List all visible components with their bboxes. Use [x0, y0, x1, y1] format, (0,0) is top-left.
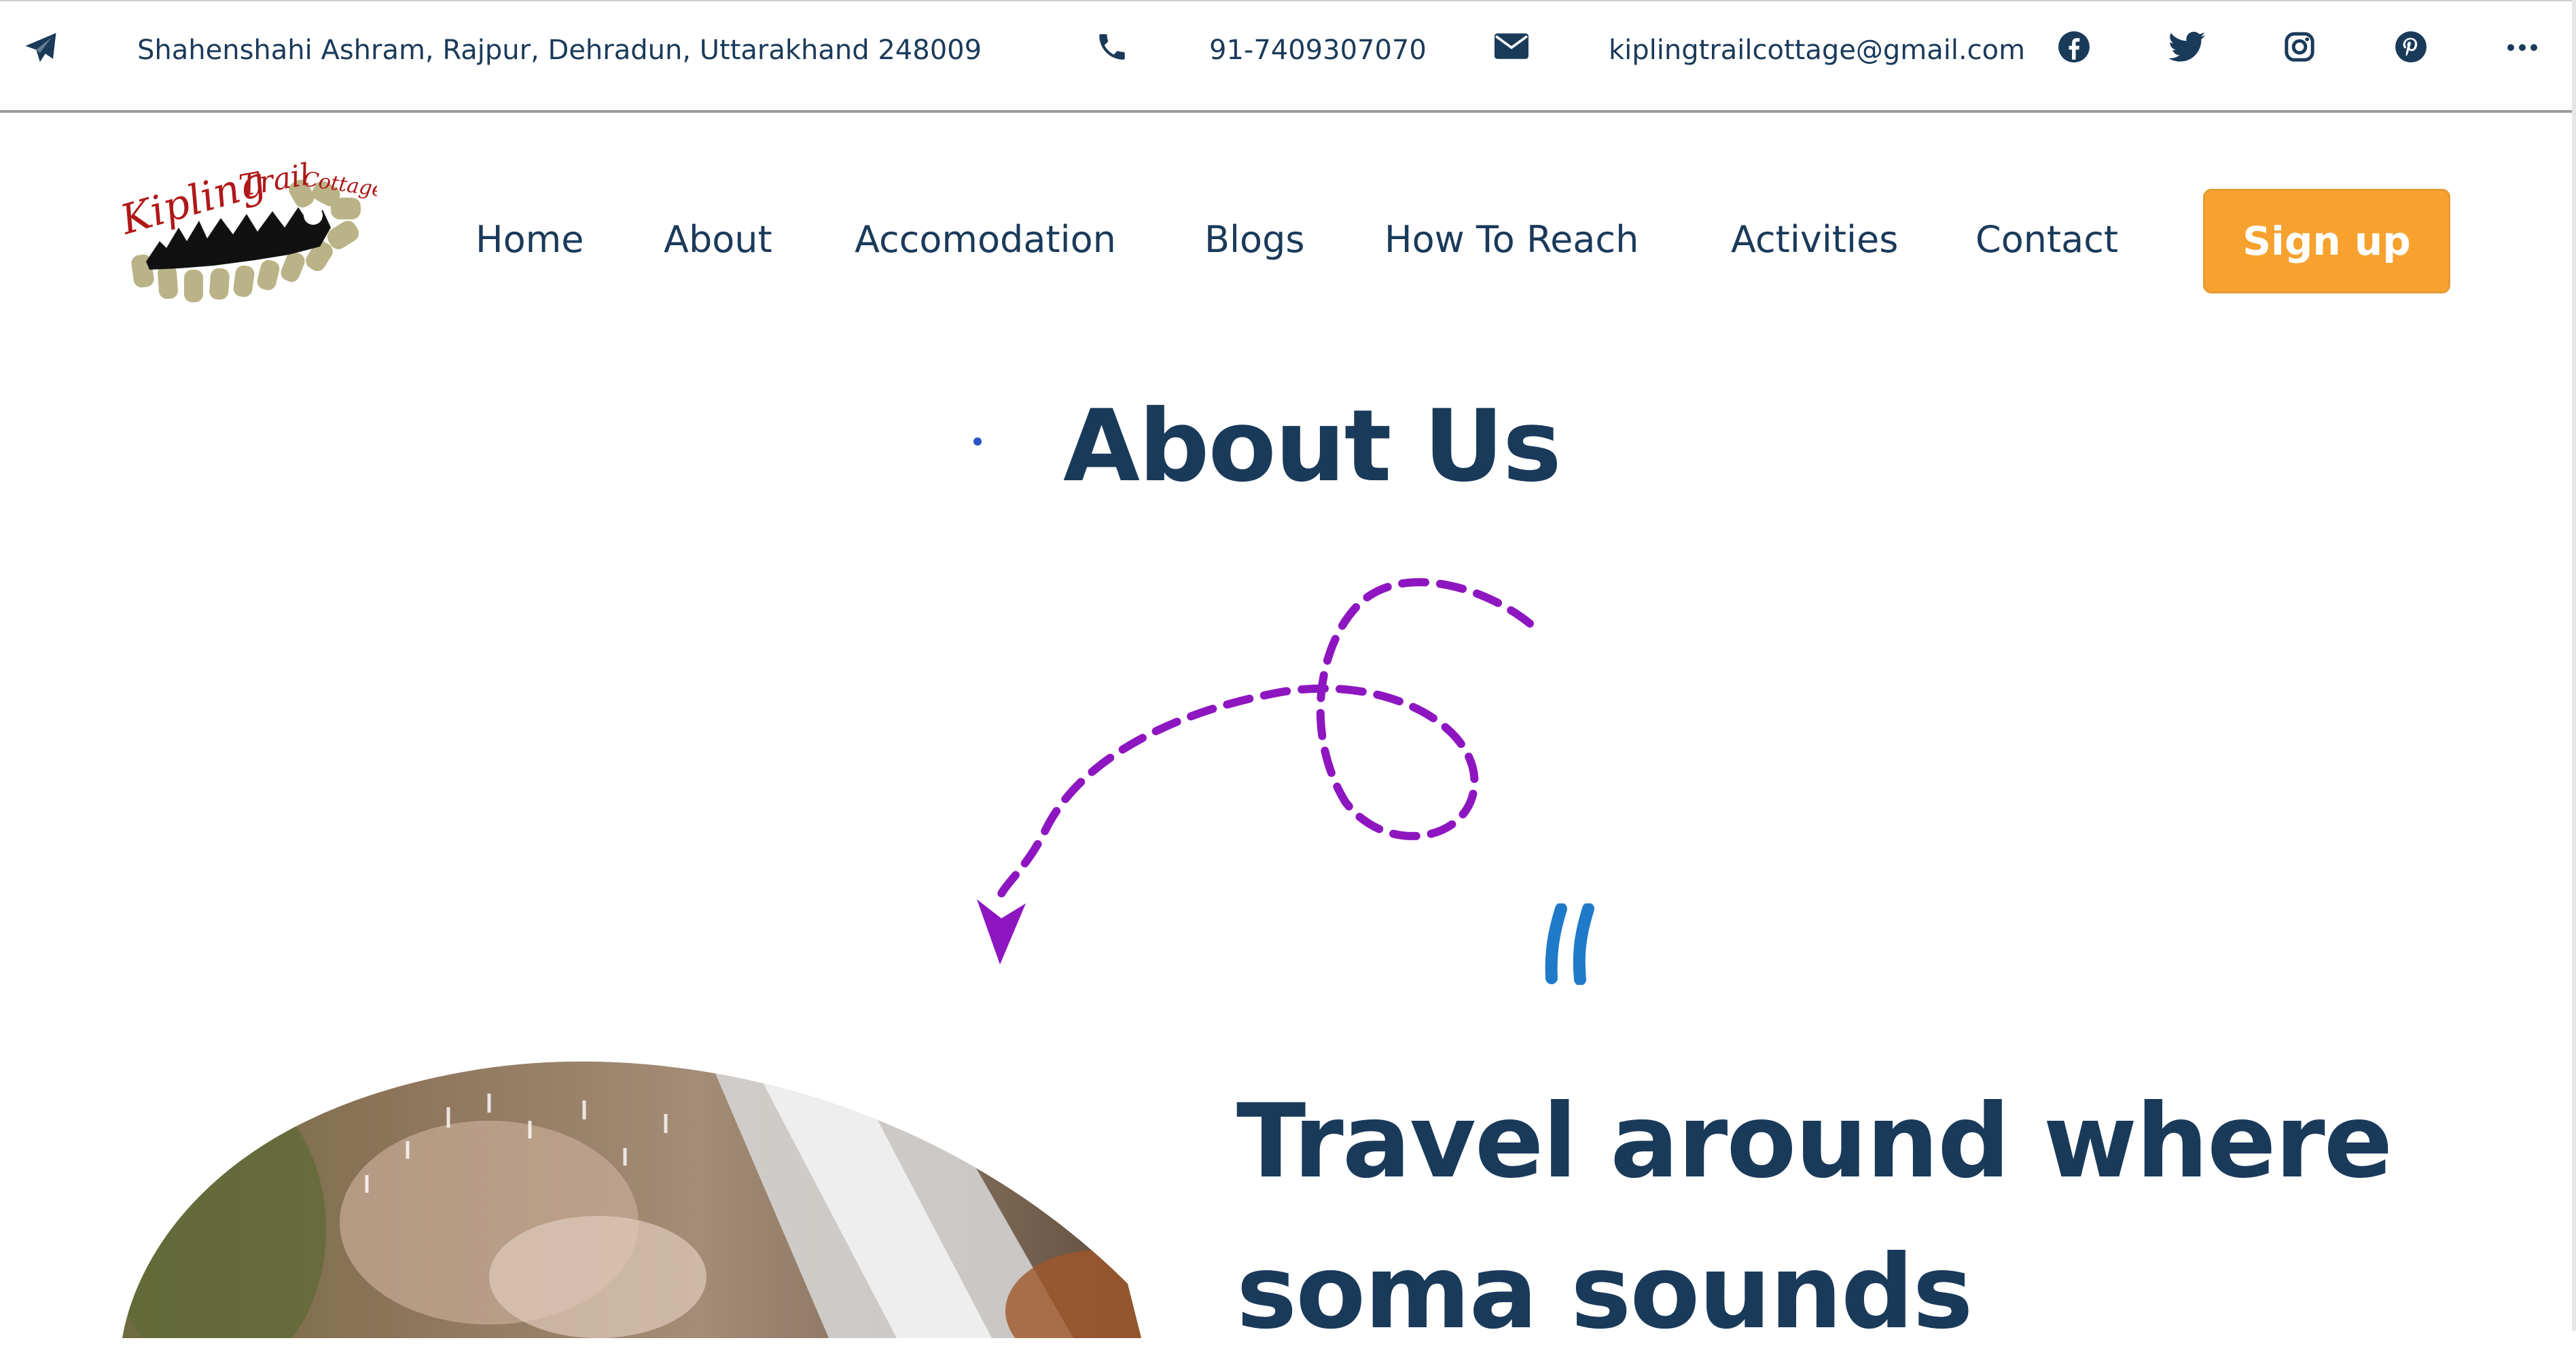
- email-text[interactable]: kiplingtrailcottage@gmail.com: [1609, 34, 2025, 67]
- address-text: Shahenshahi Ashram, Rajpur, Dehradun, Ut…: [137, 35, 982, 66]
- nav-contact[interactable]: Contact: [1975, 217, 2118, 262]
- quote-mark-icon: [1545, 903, 1594, 985]
- page-scroll-edge: [2572, 0, 2576, 1331]
- site-logo[interactable]: Kipling Trail Cottage: [115, 153, 386, 316]
- twitter-icon[interactable]: [2168, 31, 2205, 65]
- page-title: About Us: [1063, 389, 1562, 504]
- nav-how-to-reach[interactable]: How To Reach: [1384, 217, 1639, 262]
- phone-icon: [1095, 29, 1129, 68]
- waterfall-photo: [122, 1061, 1141, 1338]
- decorative-dot: [973, 437, 982, 446]
- signup-button[interactable]: Sign up: [2203, 189, 2450, 293]
- nav-activities[interactable]: Activities: [1731, 217, 1898, 262]
- dashed-arrow-icon: [977, 578, 1534, 965]
- headline-line-1: Travel around where: [1236, 1083, 2393, 1201]
- headline-line-2: soma sounds: [1236, 1234, 1973, 1352]
- nav-blogs[interactable]: Blogs: [1204, 217, 1305, 262]
- nav-accomodation[interactable]: Accomodation: [855, 217, 1116, 262]
- paper-plane-icon: [22, 30, 60, 69]
- envelope-icon: [1495, 33, 1528, 62]
- top-info-bar: Shahenshahi Ashram, Rajpur, Dehradun, Ut…: [0, 0, 2576, 113]
- phone-text[interactable]: 91-7409307070: [1209, 34, 1427, 67]
- nav-home[interactable]: Home: [476, 217, 584, 262]
- pinterest-icon[interactable]: [2394, 30, 2428, 67]
- section-headline: Travel around where soma sounds: [1236, 1066, 2527, 1368]
- nav-about[interactable]: About: [664, 217, 772, 262]
- more-dots-icon[interactable]: [2507, 42, 2538, 55]
- facebook-icon[interactable]: [2057, 30, 2091, 67]
- instagram-icon[interactable]: [2284, 31, 2315, 65]
